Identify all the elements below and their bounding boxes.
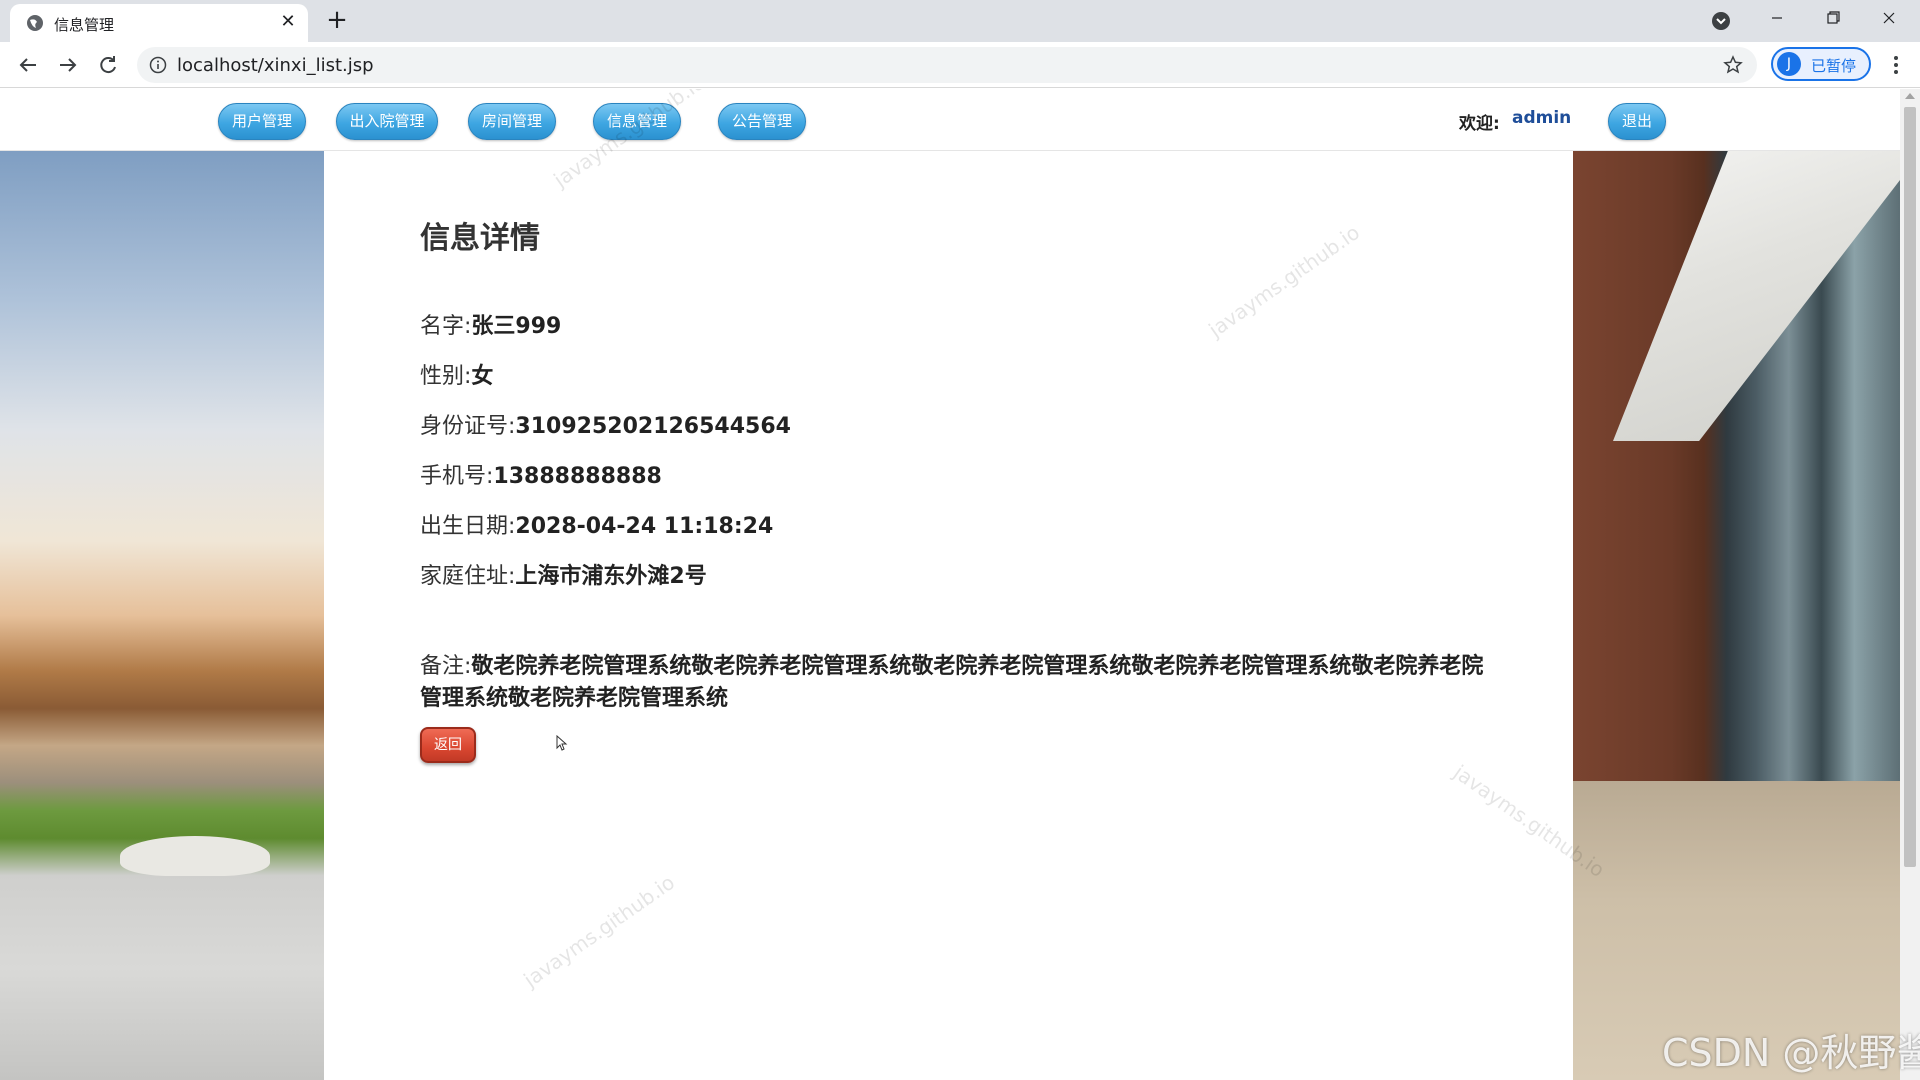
nav-room-management[interactable]: 房间管理 (468, 103, 556, 140)
browser-tabstrip: 信息管理 ✕ + (0, 0, 1920, 42)
field-id-number: 身份证号:310925202126544564 (420, 408, 791, 440)
web-page: 用户管理 出入院管理 房间管理 信息管理 公告管理 欢迎: admin 退出 信… (0, 89, 1920, 1080)
nav-notice-management[interactable]: 公告管理 (718, 103, 806, 140)
nav-admission-management[interactable]: 出入院管理 (336, 103, 438, 140)
welcome-label: 欢迎: (1459, 114, 1500, 134)
field-label: 手机号: (420, 464, 494, 489)
field-birth-date: 出生日期:2028-04-24 11:18:24 (420, 508, 773, 540)
scroll-up-arrow-icon[interactable] (1905, 93, 1915, 99)
field-label: 性别: (420, 364, 472, 389)
field-value: 上海市浦东外滩2号 (515, 564, 707, 589)
csdn-watermark: CSDN @秋野酱 (1662, 1031, 1920, 1075)
field-label: 身份证号: (420, 414, 516, 439)
field-value: 女 (471, 364, 494, 389)
window-close-icon[interactable] (1866, 4, 1912, 32)
field-phone: 手机号:13888888888 (420, 458, 662, 490)
nav-user-management[interactable]: 用户管理 (218, 103, 306, 140)
url-text: localhost/xinxi_list.jsp (177, 55, 374, 76)
field-value: 13888888888 (493, 464, 662, 489)
field-label: 名字: (420, 314, 472, 339)
back-button[interactable]: 返回 (420, 727, 476, 763)
back-arrow-icon[interactable] (14, 51, 42, 79)
top-navigation: 用户管理 出入院管理 房间管理 信息管理 公告管理 欢迎: admin 退出 (0, 89, 1900, 151)
info-icon[interactable] (149, 56, 167, 74)
scroll-thumb[interactable] (1904, 107, 1916, 867)
field-label: 出生日期: (420, 514, 516, 539)
avatar: J (1777, 52, 1801, 76)
close-icon[interactable]: ✕ (278, 12, 298, 32)
tab-title: 信息管理 (54, 16, 115, 34)
field-label: 家庭住址: (420, 564, 516, 589)
field-value: 2028-04-24 11:18:24 (515, 514, 774, 539)
kebab-menu-icon[interactable] (1884, 51, 1908, 79)
profile-status: 已暂停 (1811, 57, 1857, 75)
field-remark: 备注:敬老院养老院管理系统敬老院养老院管理系统敬老院养老院管理系统敬老院养老院管… (420, 651, 1500, 715)
bookmark-star-icon[interactable] (1723, 55, 1743, 75)
background-lake-image (0, 151, 324, 1080)
profile-button[interactable]: J 已暂停 (1771, 47, 1871, 81)
browser-tab[interactable]: 信息管理 ✕ (10, 4, 308, 42)
building-roof (1613, 151, 1900, 441)
field-label: 备注: (420, 654, 472, 679)
field-name: 名字:张三999 (420, 308, 561, 340)
detail-panel: 信息详情 名字:张三999 性别:女 身份证号:3109252021265445… (324, 151, 1573, 1080)
browser-toolbar: localhost/xinxi_list.jsp J 已暂停 (0, 42, 1920, 88)
reload-icon[interactable] (94, 51, 122, 79)
tab-search-icon[interactable] (1710, 10, 1732, 32)
restore-icon[interactable] (1810, 4, 1856, 32)
globe-icon (27, 15, 43, 31)
page-title: 信息详情 (420, 221, 540, 256)
field-value: 310925202126544564 (515, 414, 791, 439)
field-address: 家庭住址:上海市浦东外滩2号 (420, 558, 707, 590)
field-gender: 性别:女 (420, 358, 493, 390)
field-value: 张三999 (471, 314, 562, 339)
logout-button[interactable]: 退出 (1608, 103, 1666, 140)
page-scrollbar[interactable] (1900, 89, 1920, 1080)
address-bar[interactable]: localhost/xinxi_list.jsp (137, 47, 1757, 83)
field-value: 敬老院养老院管理系统敬老院养老院管理系统敬老院养老院管理系统敬老院养老院管理系统… (420, 654, 1484, 711)
mouse-cursor-icon (556, 735, 568, 751)
forward-arrow-icon[interactable] (54, 51, 82, 79)
minimize-icon[interactable] (1754, 4, 1800, 32)
new-tab-button[interactable]: + (322, 5, 352, 35)
background-building-image (1573, 151, 1900, 1080)
current-user-link[interactable]: admin (1512, 108, 1571, 128)
